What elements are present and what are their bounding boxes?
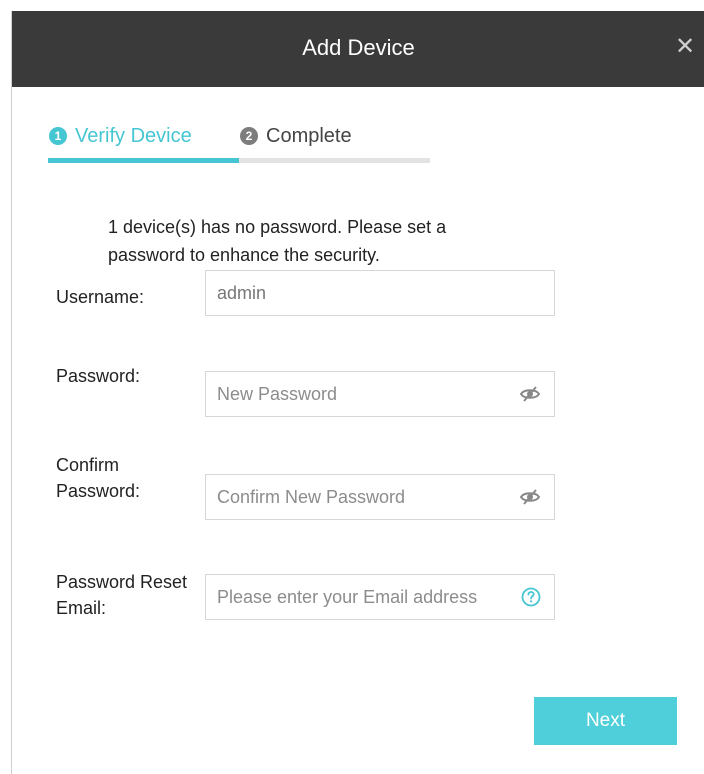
confirm-password-input[interactable] (206, 475, 506, 519)
close-icon[interactable]: ✕ (673, 33, 697, 61)
step-label: Complete (266, 124, 352, 147)
stepper: 1 Verify Device 2 Complete (48, 124, 430, 164)
username-input[interactable] (206, 271, 506, 315)
reset-email-field-box (205, 574, 555, 620)
reset-email-label: Password Reset Email: (56, 569, 187, 621)
username-label: Username: (56, 287, 145, 307)
step-verify-device: 1 Verify Device (49, 124, 192, 148)
eye-off-icon[interactable] (518, 382, 542, 406)
step-complete: 2 Complete (240, 124, 352, 148)
no-password-notice: 1 device(s) has no password. Please set … (108, 217, 447, 265)
password-field-box (205, 371, 555, 417)
reset-email-label-line2: Email: (56, 598, 107, 618)
step-number-badge: 2 (240, 127, 258, 145)
confirm-password-label: Confirm Password: (56, 452, 140, 504)
step-progress-fill (48, 158, 239, 163)
password-input[interactable] (206, 372, 506, 416)
password-label: Password: (56, 366, 141, 386)
dialog-title: Add Device (302, 35, 415, 60)
reset-email-input[interactable] (206, 575, 516, 619)
username-field-box (205, 270, 555, 316)
dialog-titlebar: Add Device ✕ (12, 11, 704, 87)
help-icon[interactable] (520, 586, 544, 610)
step-label: Verify Device (75, 124, 192, 147)
add-device-dialog: Add Device ✕ 1 Verify Device 2 Complete … (11, 11, 704, 774)
next-button[interactable]: Next (534, 697, 677, 745)
confirm-password-field-box (205, 474, 555, 520)
eye-off-icon[interactable] (518, 485, 542, 509)
step-number-badge: 1 (49, 127, 67, 145)
confirm-password-label-line2: Password: (56, 481, 141, 501)
step-progress-track (48, 158, 430, 163)
confirm-password-label-line1: Confirm (56, 455, 120, 475)
reset-email-label-line1: Password Reset (56, 572, 188, 592)
